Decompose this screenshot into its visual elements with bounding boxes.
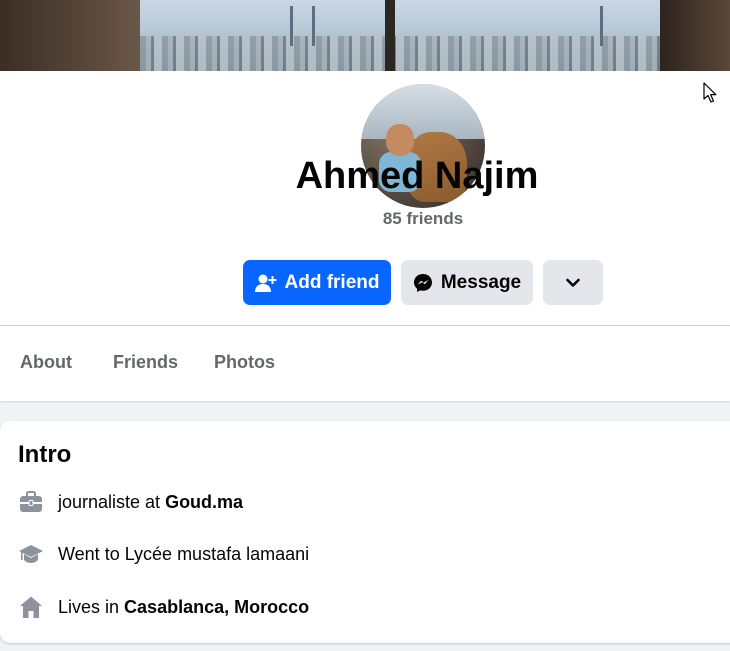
person-add-icon	[254, 273, 277, 293]
chevron-down-icon	[566, 278, 580, 288]
friends-count-link[interactable]: 85 friends	[0, 209, 730, 229]
cover-crane	[290, 6, 293, 46]
avatar-background	[361, 84, 485, 139]
home-icon	[18, 594, 44, 620]
add-friend-button[interactable]: Add friend	[243, 260, 391, 305]
intro-card: Intro journaliste at Goud.ma Went to Lyc…	[0, 421, 730, 643]
add-friend-label: Add friend	[284, 271, 380, 293]
cover-window-frame-middle	[385, 0, 395, 71]
avatar-child-face	[386, 124, 414, 156]
messenger-icon	[413, 273, 433, 293]
profile-tabs: About Friends Photos	[0, 326, 730, 401]
intro-title: Intro	[18, 441, 72, 468]
cover-crane	[312, 6, 315, 46]
message-label: Message	[440, 271, 522, 293]
intro-work-row: journaliste at Goud.ma	[18, 489, 243, 515]
intro-work-text: journaliste at Goud.ma	[58, 492, 243, 513]
cover-crane	[600, 6, 603, 46]
message-button[interactable]: Message	[401, 260, 533, 305]
briefcase-icon	[18, 489, 44, 515]
cover-window-frame-right	[660, 0, 730, 71]
intro-location-text: Lives in Casablanca, Morocco	[58, 597, 309, 618]
mouse-cursor-icon	[703, 82, 717, 109]
cover-window-frame-left	[0, 0, 140, 71]
intro-location-place-link[interactable]: Casablanca, Morocco	[124, 597, 309, 617]
intro-location-prefix: Lives in	[58, 596, 125, 617]
tab-photos[interactable]: Photos	[214, 352, 275, 373]
intro-work-prefix: journaliste at	[58, 491, 166, 512]
intro-location-row: Lives in Casablanca, Morocco	[18, 594, 309, 620]
graduation-cap-icon	[18, 541, 44, 567]
cover-cityscape	[140, 36, 660, 71]
tab-about[interactable]: About	[20, 352, 72, 373]
tab-friends[interactable]: Friends	[113, 352, 178, 373]
intro-work-place-link[interactable]: Goud.ma	[165, 492, 243, 512]
profile-header: Ahmed Najim 85 friends Add friend Messag…	[0, 71, 730, 325]
intro-education-text: Went to Lycée mustafa lamaani	[58, 543, 310, 564]
cover-photo[interactable]	[0, 0, 730, 71]
more-options-button[interactable]	[543, 260, 603, 305]
intro-education-row: Went to Lycée mustafa lamaani	[18, 541, 309, 567]
profile-name: Ahmed Najim	[295, 155, 539, 197]
